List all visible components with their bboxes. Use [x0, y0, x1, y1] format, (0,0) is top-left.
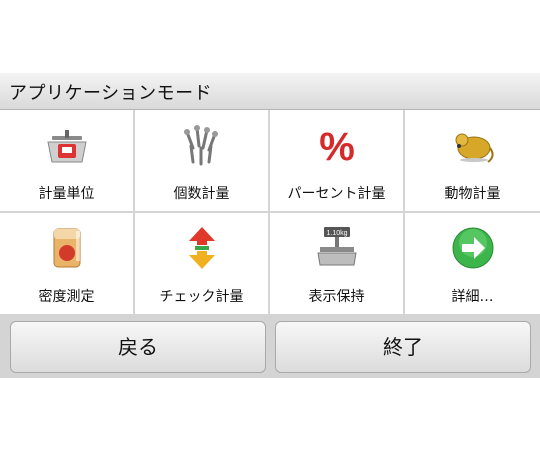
application-mode-panel: アプリケーションモード 計量単位 個数計量 % パーセント計量 動物計量 密度測…: [0, 73, 540, 378]
hold-value-readout: 1.10kg: [326, 230, 347, 237]
check-weigh-arrows-icon: [188, 227, 215, 269]
bottom-bar: 戻る 終了: [0, 314, 540, 378]
tile-more-details[interactable]: 詳細…: [405, 213, 540, 314]
exit-button[interactable]: 終了: [275, 321, 531, 373]
page-title: アプリケーションモード: [9, 83, 213, 104]
tile-label: 密度測定: [38, 289, 95, 305]
mode-grid: 計量単位 個数計量 % パーセント計量 動物計量 密度測定 チェック計量 1.1…: [0, 110, 540, 314]
tile-density-measurement[interactable]: 密度測定: [0, 213, 133, 314]
next-arrow-icon: [452, 227, 493, 269]
tile-label: チェック計量: [159, 289, 244, 305]
scale-unit-icon: [46, 130, 87, 163]
tile-check-weighing[interactable]: チェック計量: [135, 213, 268, 314]
animal-mouse-icon: [455, 133, 494, 163]
tile-parts-counting[interactable]: 個数計量: [135, 110, 268, 211]
density-beaker-icon: [53, 228, 80, 268]
tile-label: 計量単位: [38, 186, 95, 202]
display-hold-scale-icon: 1.10kg: [316, 227, 357, 266]
tile-animal-weighing[interactable]: 動物計量: [405, 110, 540, 211]
percent-icon: %: [319, 125, 355, 168]
tile-percent-weighing[interactable]: % パーセント計量: [270, 110, 403, 211]
tile-label: 表示保持: [308, 289, 365, 305]
parts-count-icon: [183, 125, 218, 166]
tile-label: 動物計量: [444, 186, 501, 202]
tile-label: 詳細…: [451, 289, 494, 305]
tile-label: パーセント計量: [287, 186, 386, 202]
svg-text:%: %: [319, 125, 355, 168]
header-bar: アプリケーションモード: [0, 73, 540, 110]
tile-label: 個数計量: [173, 186, 230, 202]
tile-weighing-units[interactable]: 計量単位: [0, 110, 133, 211]
back-button[interactable]: 戻る: [10, 321, 266, 373]
tile-display-hold[interactable]: 1.10kg 表示保持: [270, 213, 403, 314]
